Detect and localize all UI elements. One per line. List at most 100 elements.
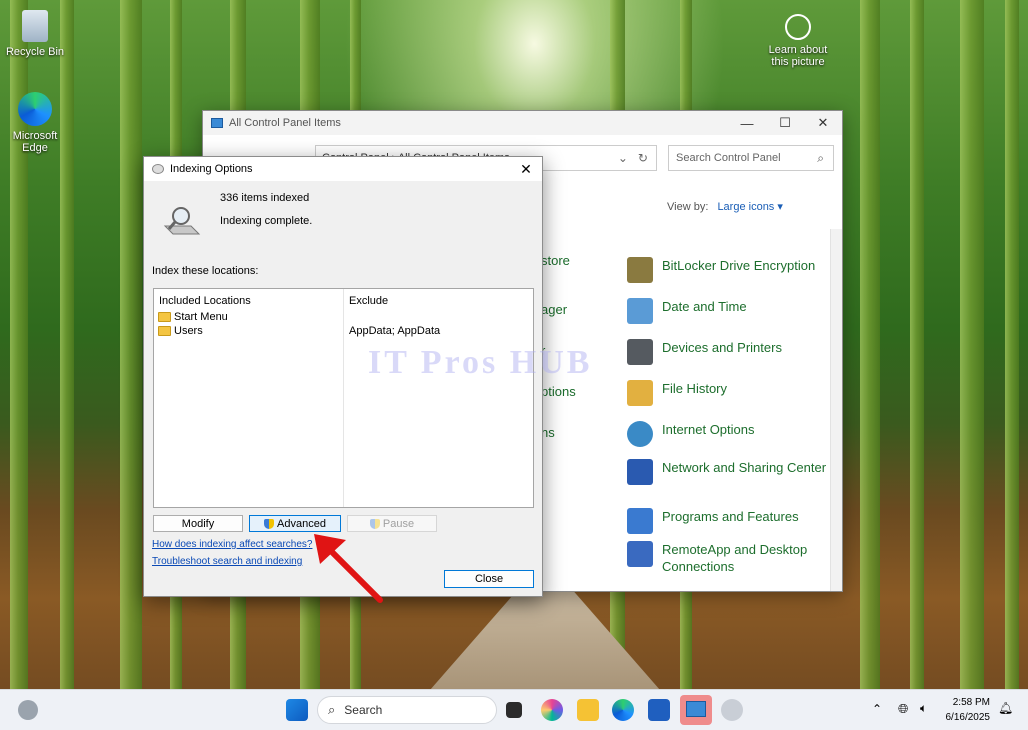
indexing-icon <box>152 164 164 174</box>
vertical-scrollbar[interactable] <box>830 229 842 591</box>
window-title: All Control Panel Items <box>229 117 341 129</box>
file-explorer-icon[interactable] <box>577 699 599 721</box>
items-indexed-count: 336 items indexed <box>220 192 310 204</box>
control-panel-icon <box>686 701 706 717</box>
taskbar-search-label: Search <box>344 703 383 717</box>
taskbar-search[interactable]: ⌕ Search <box>317 696 497 724</box>
location-name: Users <box>174 325 203 337</box>
indexing-magnifier-icon <box>163 207 201 235</box>
troubleshoot-link[interactable]: Troubleshoot search and indexing <box>152 556 302 567</box>
cp-item-remoteapp[interactable]: RemoteApp and Desktop Connections <box>627 541 830 575</box>
clock-time: 2:58 PM <box>952 697 990 708</box>
store-icon[interactable] <box>648 699 670 721</box>
cp-item-devices-printers[interactable]: Devices and Printers <box>627 339 830 365</box>
dialog-titlebar[interactable]: Indexing Options <box>144 157 542 181</box>
advanced-label: Advanced <box>277 517 326 530</box>
close-window-button[interactable]: ✕ <box>804 111 842 135</box>
exclude-header[interactable]: Exclude <box>349 295 388 307</box>
left-item-fragment[interactable]: store <box>541 253 570 268</box>
index-locations-label: Index these locations: <box>152 265 259 277</box>
view-by-label: View by: <box>667 201 709 213</box>
pause-label: Pause <box>382 517 415 530</box>
red-arrow-annotation <box>314 534 383 603</box>
edge-icon[interactable] <box>612 699 634 721</box>
copilot-icon[interactable] <box>541 699 563 721</box>
dialog-close-icon[interactable]: ✕ <box>510 157 542 181</box>
close-button[interactable]: Close <box>444 570 534 588</box>
taskbar: ⌕ Search ⌃ 🌐︎ 🔈︎ 2:58 PM 6/16/2025 🔔︎ <box>0 689 1028 730</box>
cp-item-label: File History <box>662 381 728 396</box>
cp-item-network-sharing[interactable]: Network and Sharing Center <box>627 459 830 485</box>
search-control-panel-input[interactable]: Search Control Panel ⌕ <box>668 145 834 171</box>
notification-bell-icon[interactable]: 🔔︎ <box>998 701 1013 715</box>
uac-shield-icon <box>369 518 380 529</box>
indexing-options-icon[interactable] <box>721 699 743 721</box>
included-locations-header[interactable]: Included Locations <box>159 295 251 307</box>
edge-label: Microsoft Edge <box>12 130 58 154</box>
learn-picture-icon <box>785 14 811 40</box>
close-label: Close <box>474 573 504 585</box>
uac-shield-icon <box>264 518 275 529</box>
task-view-icon[interactable] <box>506 702 522 718</box>
left-item-fragment[interactable]: ager <box>541 302 567 317</box>
cp-item-bitlocker[interactable]: BitLocker Drive Encryption <box>627 257 830 283</box>
left-item-fragment[interactable]: ptions <box>541 384 576 399</box>
volume-icon[interactable]: 🔈︎ <box>920 701 927 716</box>
calendar-clock-icon <box>627 298 653 324</box>
cp-item-internet-options[interactable]: Internet Options <box>627 421 830 447</box>
refresh-icon[interactable]: ⌄ ↻ <box>618 151 648 165</box>
globe-network-icon[interactable]: 🌐︎ <box>898 701 908 717</box>
recycle-bin-icon <box>22 10 48 42</box>
list-item[interactable]: Start Menu <box>158 311 228 323</box>
search-icon: ⌕ <box>328 702 336 717</box>
cp-item-label: Programs and Features <box>662 509 799 524</box>
view-by-dropdown[interactable]: Large icons ▾ <box>717 201 782 213</box>
exclude-value: AppData; AppData <box>349 325 441 337</box>
control-panel-taskbar-button[interactable] <box>680 695 712 725</box>
globe-icon <box>627 421 653 447</box>
modify-label: Modify <box>181 517 215 530</box>
indexing-status: Indexing complete. <box>220 215 313 227</box>
locations-list[interactable]: Included Locations Exclude Start Menu Us… <box>153 288 534 508</box>
modify-button[interactable]: Modify <box>153 515 243 532</box>
file-history-icon <box>627 380 653 406</box>
how-indexing-link[interactable]: How does indexing affect searches? <box>152 539 312 550</box>
learn-picture-label: Learn about this picture <box>768 44 828 68</box>
cp-item-label: Date and Time <box>662 299 747 314</box>
clock-date: 6/16/2025 <box>945 712 991 723</box>
remote-desktop-icon <box>627 541 653 567</box>
learn-about-picture-shortcut[interactable]: Learn about this picture <box>763 14 833 68</box>
recycle-bin-label: Recycle Bin <box>5 46 65 58</box>
recycle-bin-shortcut[interactable]: Recycle Bin <box>0 10 70 58</box>
cp-item-label: BitLocker Drive Encryption <box>662 258 816 273</box>
clock[interactable]: 2:58 PM 6/16/2025 <box>942 695 991 725</box>
edge-icon <box>18 92 52 126</box>
cp-item-programs-features[interactable]: Programs and Features <box>627 508 830 534</box>
cp-item-label: Devices and Printers <box>662 340 782 355</box>
cp-item-label: RemoteApp and Desktop Connections <box>662 542 808 574</box>
cp-item-file-history[interactable]: File History <box>627 380 830 406</box>
watermark-text: IT Pros HUB <box>368 344 593 381</box>
left-item-fragment[interactable]: ns <box>541 425 555 440</box>
printer-icon <box>627 339 653 365</box>
edge-shortcut[interactable]: Microsoft Edge <box>0 92 70 154</box>
folder-icon <box>158 312 171 322</box>
cp-item-date-time[interactable]: Date and Time <box>627 298 830 324</box>
cp-item-label: Network and Sharing Center <box>662 460 827 475</box>
cp-item-label: Internet Options <box>662 422 755 437</box>
maximize-button[interactable]: ☐ <box>766 111 804 135</box>
minimize-button[interactable]: — <box>728 111 766 135</box>
control-panel-icon <box>211 118 223 128</box>
search-placeholder: Search Control Panel <box>676 152 781 164</box>
view-by: View by: Large icons ▾ <box>667 200 783 213</box>
search-icon: ⌕ <box>817 151 824 165</box>
programs-icon <box>627 508 653 534</box>
folder-icon <box>158 326 171 336</box>
dialog-title: Indexing Options <box>170 163 253 175</box>
start-windows-icon[interactable] <box>286 699 308 721</box>
location-name: Start Menu <box>174 311 228 323</box>
network-icon <box>627 459 653 485</box>
list-item[interactable]: Users <box>158 325 203 337</box>
chevron-up-icon[interactable]: ⌃ <box>872 702 882 716</box>
widgets-icon[interactable] <box>18 700 38 720</box>
